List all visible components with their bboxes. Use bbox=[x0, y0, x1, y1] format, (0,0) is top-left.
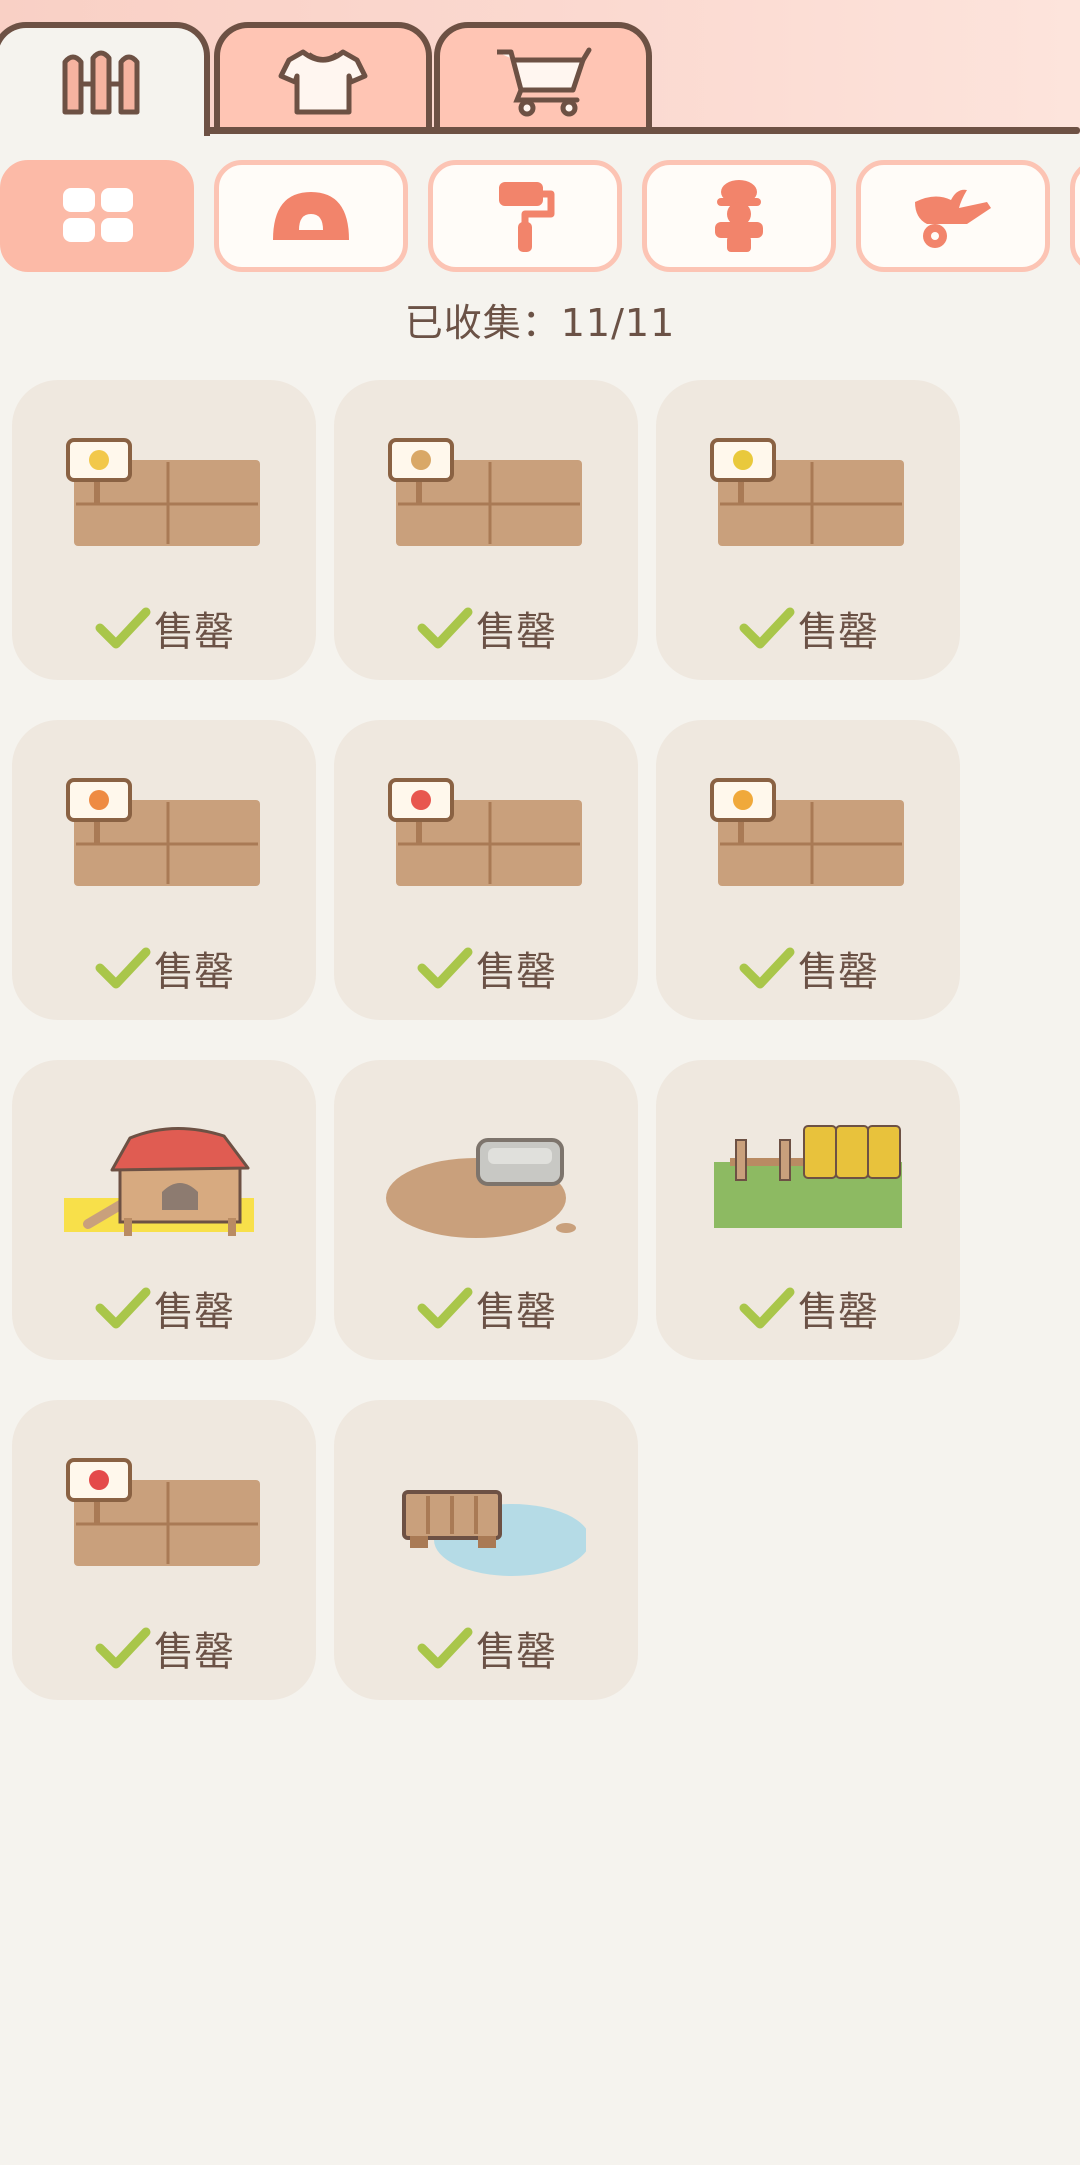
tab-fences[interactable] bbox=[0, 22, 210, 136]
category-scarecrow[interactable] bbox=[642, 160, 836, 272]
sold-out-status: 售罄 bbox=[334, 942, 638, 995]
sold-out-status: 售罄 bbox=[12, 1282, 316, 1335]
check-icon bbox=[95, 607, 151, 649]
item-card[interactable]: 售罄 bbox=[12, 380, 316, 680]
trough-icon bbox=[386, 1138, 576, 1238]
wheat-field-icon bbox=[66, 438, 260, 546]
cart-icon bbox=[497, 47, 592, 117]
category-decor[interactable] bbox=[428, 160, 622, 272]
check-icon bbox=[417, 1287, 473, 1329]
sold-out-status: 售罄 bbox=[12, 602, 316, 655]
paint-roller-icon bbox=[499, 182, 555, 252]
collected-count: 已收集：11/11 bbox=[404, 301, 676, 345]
item-card[interactable]: 售罄 bbox=[334, 1400, 638, 1700]
item-card[interactable]: 售罄 bbox=[334, 380, 638, 680]
strawberry-field-icon bbox=[66, 1458, 260, 1566]
sold-out-status: 售罄 bbox=[12, 1622, 316, 1675]
check-icon bbox=[739, 947, 795, 989]
sold-out-status: 售罄 bbox=[334, 1622, 638, 1675]
tab-shop[interactable] bbox=[434, 22, 652, 132]
scarecrow-icon bbox=[715, 180, 763, 252]
check-icon bbox=[417, 607, 473, 649]
chicken-coop-icon bbox=[64, 1127, 254, 1236]
sold-out-status: 售罄 bbox=[334, 602, 638, 655]
corn-field-icon bbox=[710, 438, 904, 546]
item-card[interactable]: 售罄 bbox=[656, 1060, 960, 1360]
item-card[interactable]: 售罄 bbox=[12, 1400, 316, 1700]
item-card[interactable]: 售罄 bbox=[656, 380, 960, 680]
check-icon bbox=[417, 947, 473, 989]
sold-out-label: 售罄 bbox=[154, 1629, 234, 1675]
category-buildings[interactable] bbox=[214, 160, 408, 272]
sold-out-label: 售罄 bbox=[798, 1289, 878, 1335]
item-card[interactable]: 售罄 bbox=[656, 720, 960, 1020]
check-icon bbox=[739, 1287, 795, 1329]
check-icon bbox=[739, 607, 795, 649]
item-card[interactable]: 售罄 bbox=[334, 720, 638, 1020]
sold-out-status: 售罄 bbox=[656, 602, 960, 655]
check-icon bbox=[417, 1627, 473, 1669]
mango-field-icon bbox=[710, 778, 904, 886]
sold-out-label: 售罄 bbox=[154, 1289, 234, 1335]
item-card[interactable]: 售罄 bbox=[334, 1060, 638, 1360]
sold-out-label: 售罄 bbox=[798, 609, 878, 655]
sold-out-status: 售罄 bbox=[656, 942, 960, 995]
sold-out-label: 售罄 bbox=[154, 949, 234, 995]
carrot-field-icon bbox=[66, 778, 260, 886]
category-tools[interactable] bbox=[856, 160, 1050, 272]
item-card[interactable]: 售罄 bbox=[12, 720, 316, 1020]
top-tab-bar bbox=[0, 0, 1080, 136]
item-card[interactable]: 售罄 bbox=[12, 1060, 316, 1360]
rice-ball-icon bbox=[273, 192, 349, 240]
sold-out-label: 售罄 bbox=[476, 1629, 556, 1675]
category-all[interactable] bbox=[0, 160, 194, 272]
fence-icon bbox=[62, 50, 140, 115]
sold-out-label: 售罄 bbox=[476, 1289, 556, 1335]
sold-out-label: 售罄 bbox=[798, 949, 878, 995]
check-icon bbox=[95, 1287, 151, 1329]
sold-out-label: 售罄 bbox=[154, 609, 234, 655]
potato-field-icon bbox=[388, 438, 582, 546]
grid-icon bbox=[63, 188, 133, 242]
shirt-icon bbox=[278, 49, 368, 115]
check-icon bbox=[95, 1627, 151, 1669]
check-icon bbox=[95, 947, 151, 989]
sold-out-status: 售罄 bbox=[334, 1282, 638, 1335]
wheelbarrow-icon bbox=[915, 189, 991, 248]
sold-out-label: 售罄 bbox=[476, 949, 556, 995]
sold-out-label: 售罄 bbox=[476, 609, 556, 655]
tab-clothing[interactable] bbox=[214, 22, 432, 132]
dock-icon bbox=[402, 1490, 586, 1576]
category-more[interactable] bbox=[1070, 160, 1080, 272]
sold-out-status: 售罄 bbox=[656, 1282, 960, 1335]
pasture-icon bbox=[714, 1125, 902, 1228]
tomato-field-icon bbox=[388, 778, 582, 886]
category-bar bbox=[0, 158, 1080, 276]
sold-out-status: 售罄 bbox=[12, 942, 316, 995]
